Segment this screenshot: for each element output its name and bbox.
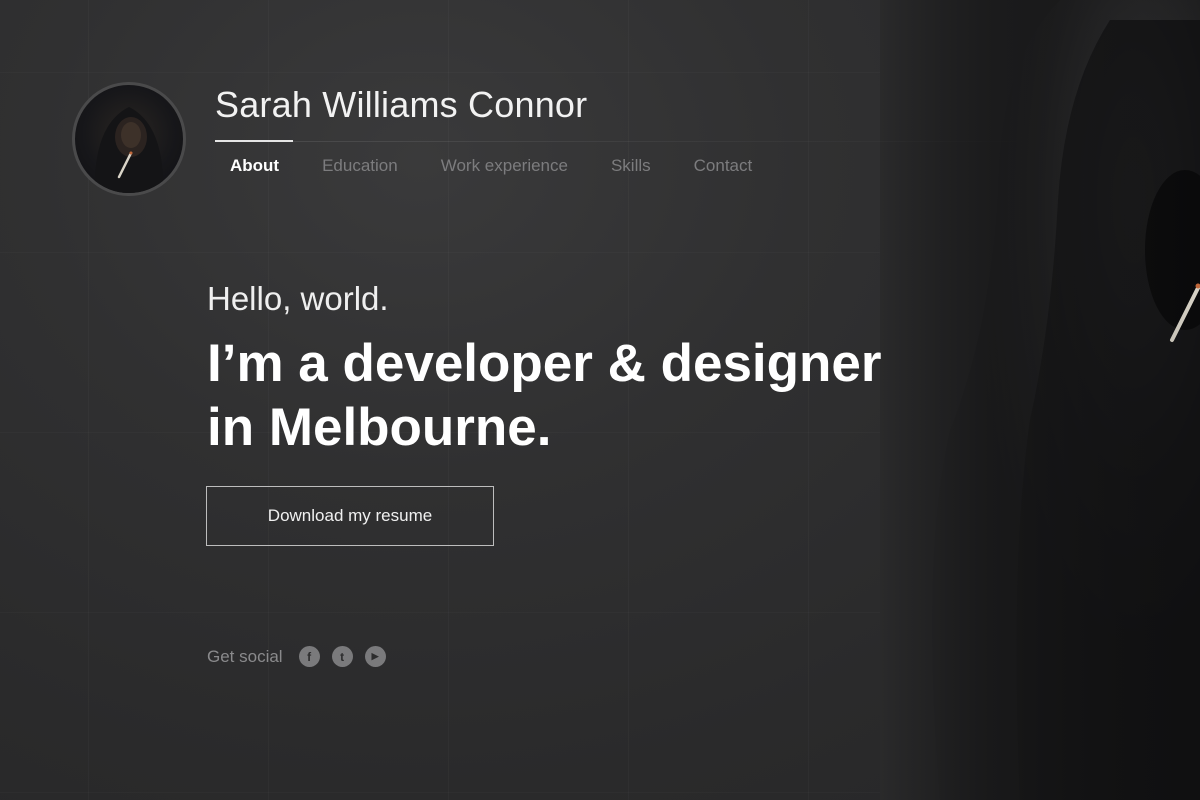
nav-item-education[interactable]: Education bbox=[322, 156, 398, 176]
social-links: Get social f t ▶ bbox=[207, 646, 398, 667]
nav-item-about[interactable]: About bbox=[230, 156, 279, 176]
hero-headline-line-2: in Melbourne. bbox=[207, 398, 552, 457]
site-owner-name: Sarah Williams Connor bbox=[215, 84, 588, 125]
nav-item-work-experience[interactable]: Work experience bbox=[441, 156, 568, 176]
youtube-icon[interactable]: ▶ bbox=[364, 646, 386, 667]
avatar bbox=[72, 82, 186, 196]
social-label: Get social bbox=[207, 646, 283, 666]
page: Sarah Williams Connor About Education Wo… bbox=[0, 0, 1200, 800]
hero-greeting: Hello, world. bbox=[207, 280, 389, 317]
facebook-icon[interactable]: f bbox=[298, 646, 320, 667]
active-nav-indicator bbox=[215, 140, 293, 142]
main-nav: About Education Work experience Skills C… bbox=[230, 156, 795, 176]
nav-item-contact[interactable]: Contact bbox=[694, 156, 753, 176]
download-resume-button[interactable]: Download my resume bbox=[206, 486, 494, 546]
hero-headline: I’m a developer & designer in Melbourne. bbox=[207, 332, 967, 460]
nav-item-skills[interactable]: Skills bbox=[611, 156, 651, 176]
header-divider bbox=[215, 141, 1035, 142]
twitter-icon[interactable]: t bbox=[331, 646, 353, 667]
hero-headline-line-1: I’m a developer & designer bbox=[207, 334, 882, 393]
